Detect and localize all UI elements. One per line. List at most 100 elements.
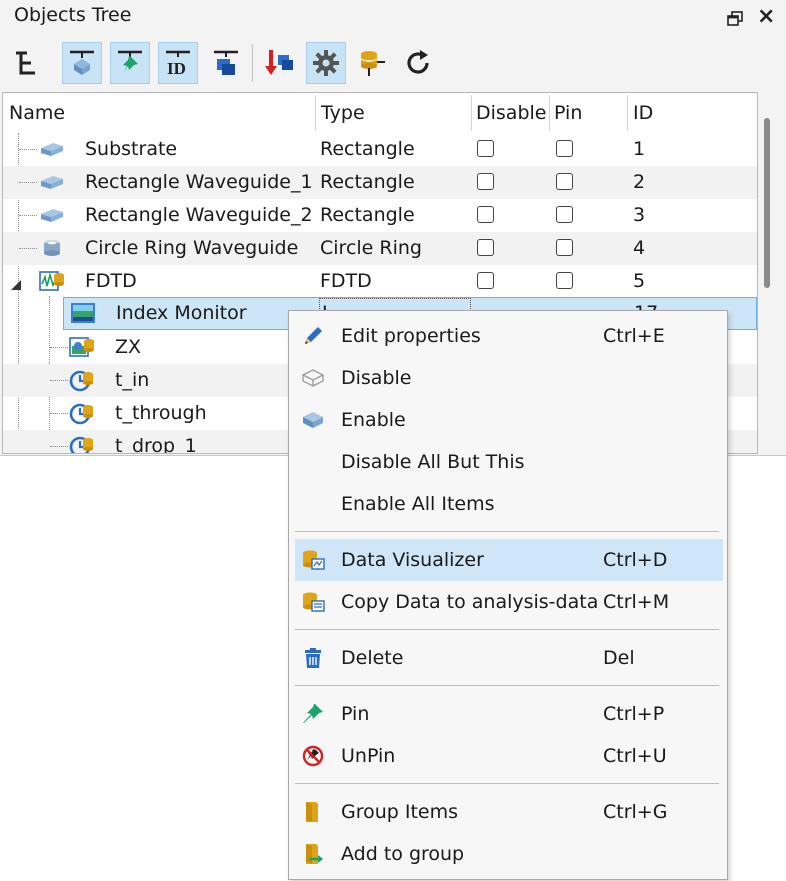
expand-arrow-icon[interactable] — [9, 275, 23, 290]
menu-item-unpin[interactable]: UnPin Ctrl+U — [295, 735, 723, 777]
row-name: ZX — [115, 336, 142, 358]
tree-line — [19, 149, 37, 150]
menu-item-data-visualizer[interactable]: Data Visualizer Ctrl+D — [295, 539, 723, 581]
row-name: Rectangle Waveguide_1 — [85, 171, 313, 193]
pin-checkbox[interactable] — [556, 173, 573, 190]
menu-item-label: Enable — [341, 409, 406, 431]
pin-checkbox[interactable] — [556, 206, 573, 223]
data-visualizer-icon — [301, 548, 325, 572]
tree-line — [19, 248, 37, 249]
menu-item-label: Add to group — [341, 843, 465, 865]
menu-item-enable[interactable]: Enable — [295, 399, 723, 441]
stack-icon[interactable] — [206, 42, 246, 84]
close-icon[interactable]: × — [757, 4, 775, 30]
menu-item-label: Delete — [341, 647, 404, 669]
restore-icon[interactable] — [727, 10, 743, 26]
column-header-disable[interactable]: Disable — [471, 93, 549, 133]
menu-item-label: Copy Data to analysis-data — [341, 591, 599, 613]
menu-item-edit-properties[interactable]: Edit properties Ctrl+E — [295, 315, 723, 357]
time-monitor-icon — [69, 434, 95, 453]
tree-line — [50, 380, 68, 381]
menu-item-label: Data Visualizer — [341, 549, 484, 571]
menu-item-disable-all-but-this[interactable]: Disable All But This — [295, 441, 723, 483]
row-name: t_drop_1 — [115, 435, 197, 454]
row-name: FDTD — [85, 270, 137, 292]
menu-item-shortcut: Ctrl+D — [603, 549, 668, 571]
disable-checkbox[interactable] — [477, 239, 494, 256]
toolbar-separator — [252, 44, 253, 82]
data-icon[interactable] — [352, 42, 392, 84]
gear-icon[interactable] — [306, 42, 346, 84]
table-row[interactable]: Rectangle Waveguide_1 Rectangle 2 — [3, 166, 757, 199]
column-header-name[interactable]: Name — [3, 93, 315, 133]
tree-line — [50, 413, 68, 414]
cylinder-icon — [39, 236, 65, 260]
tree-structure-icon[interactable] — [6, 42, 46, 84]
menu-item-disable[interactable]: Disable — [295, 357, 723, 399]
id-icon[interactable]: ID — [158, 42, 198, 84]
row-id: 3 — [633, 204, 646, 226]
column-header-id[interactable]: ID — [627, 93, 757, 133]
row-id: 4 — [633, 237, 646, 259]
menu-item-shortcut: Ctrl+U — [603, 745, 667, 767]
pin-checkbox[interactable] — [556, 140, 573, 157]
menu-item-label: Group Items — [341, 801, 459, 823]
refresh-icon[interactable] — [398, 42, 438, 84]
menu-item-label: Edit properties — [341, 325, 481, 347]
menu-item-shortcut: Ctrl+M — [603, 591, 670, 613]
tree-line — [50, 347, 68, 348]
time-monitor-icon — [69, 401, 95, 425]
disabled-cube-icon — [301, 366, 325, 390]
cube-icon — [301, 408, 325, 432]
table-row[interactable]: FDTD FDTD 5 — [3, 265, 757, 298]
table-row[interactable]: Substrate Rectangle 1 — [3, 133, 757, 166]
panel-titlebar: Objects Tree × — [0, 0, 786, 34]
menu-item-pin[interactable]: Pin Ctrl+P — [295, 693, 723, 735]
menu-separator — [295, 685, 719, 686]
menu-separator — [295, 629, 719, 630]
time-monitor-icon — [69, 368, 95, 392]
menu-item-shortcut: Del — [603, 647, 635, 669]
pin-checkbox[interactable] — [556, 239, 573, 256]
menu-item-group-items[interactable]: Group Items Ctrl+G — [295, 791, 723, 833]
enable-all-icon[interactable] — [62, 42, 102, 84]
vertical-scrollbar[interactable] — [764, 118, 770, 288]
row-name: t_in — [115, 369, 150, 391]
menu-item-add-to-group[interactable]: Add to group — [295, 833, 723, 875]
menu-item-copy-data[interactable]: Copy Data to analysis-data Ctrl+M — [295, 581, 723, 623]
row-name: Substrate — [85, 138, 178, 160]
menu-item-delete[interactable]: Delete Del — [295, 637, 723, 679]
disable-checkbox[interactable] — [477, 140, 494, 157]
table-row[interactable]: Circle Ring Waveguide Circle Ring 4 — [3, 232, 757, 265]
sort-down-icon[interactable] — [260, 42, 300, 84]
row-type: FDTD — [320, 270, 372, 292]
pin-icon — [301, 702, 325, 726]
menu-item-enable-all-items[interactable]: Enable All Items — [295, 483, 723, 525]
menu-item-label: Enable All Items — [341, 493, 495, 515]
menu-item-shortcut: Ctrl+P — [603, 703, 665, 725]
panel-title: Objects Tree — [14, 4, 132, 26]
disable-checkbox[interactable] — [477, 272, 494, 289]
menu-item-label: Pin — [341, 703, 370, 725]
column-header-type[interactable]: Type — [315, 93, 471, 133]
menu-item-shortcut: Ctrl+E — [603, 325, 665, 347]
tree-line — [19, 215, 37, 216]
menu-item-label: UnPin — [341, 745, 396, 767]
row-type: Circle Ring — [320, 237, 422, 259]
row-name: Rectangle Waveguide_2 — [85, 204, 313, 226]
copy-data-icon — [301, 590, 325, 614]
row-name: t_through — [115, 402, 207, 424]
unpin-icon — [301, 744, 325, 768]
tree-line — [50, 446, 68, 447]
pin-icon[interactable] — [110, 42, 150, 84]
tree-line — [19, 182, 37, 183]
rectangle-block-icon — [39, 170, 65, 194]
group-icon — [301, 800, 325, 824]
column-header-pin[interactable]: Pin — [549, 93, 627, 133]
disable-checkbox[interactable] — [477, 173, 494, 190]
table-row[interactable]: Rectangle Waveguide_2 Rectangle 3 — [3, 199, 757, 232]
menu-item-shortcut: Ctrl+G — [603, 801, 668, 823]
disable-checkbox[interactable] — [477, 206, 494, 223]
fdtd-icon — [39, 269, 65, 293]
pin-checkbox[interactable] — [556, 272, 573, 289]
